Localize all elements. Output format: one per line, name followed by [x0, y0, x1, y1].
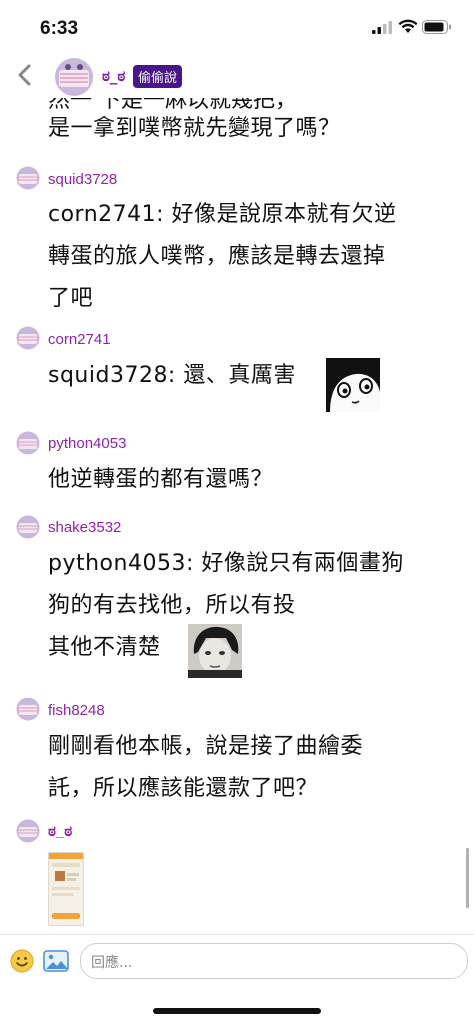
avatar[interactable] — [16, 819, 40, 843]
chevron-left-icon[interactable] — [14, 62, 36, 88]
message-line: 剛剛看他本帳，說是接了曲繪委 — [48, 734, 364, 759]
message-line: 狗的有去找他，所以有投 — [48, 593, 296, 618]
message-line: 了吧 — [48, 286, 94, 311]
screenshot-preview-image — [49, 853, 83, 919]
anonymous-badge: 偷偷說 — [133, 65, 183, 88]
sticker-face-emoji[interactable] — [326, 358, 380, 412]
reply-username[interactable]: python4053 — [48, 435, 126, 452]
avatar[interactable] — [54, 57, 94, 97]
avatar[interactable] — [16, 431, 40, 455]
cellular-signal-icon — [372, 21, 392, 34]
message-text: 剛剛看他本帳，說是接了曲繪委 託，所以應該能還款了吧？ — [48, 726, 363, 810]
message-line: 託，所以應該能還款了吧？ — [48, 776, 319, 801]
avatar[interactable] — [16, 166, 40, 190]
wifi-icon — [398, 19, 418, 33]
image-upload-icon[interactable] — [43, 949, 69, 973]
reply-username[interactable]: fish8248 — [48, 702, 105, 719]
avatar[interactable] — [16, 515, 40, 539]
status-bar: 6:33 — [0, 0, 474, 52]
message-text: squid3728: 還、真厲害 — [48, 355, 296, 397]
battery-icon — [422, 20, 451, 34]
avatar[interactable] — [16, 697, 40, 721]
smiley-icon[interactable] — [10, 949, 34, 973]
message-text: 是一拿到噗幣就先變現了嗎？ — [48, 108, 341, 150]
sticker-meme-face[interactable] — [188, 624, 242, 678]
reply-bar: 回應... — [0, 934, 474, 987]
reply-placeholder: 回應... — [91, 955, 133, 971]
message-line: corn2741: 好像是說原本就有欠逆 — [48, 202, 397, 227]
status-time: 6:33 — [40, 18, 79, 39]
message-line: 轉蛋的旅人噗幣，應該是轉去還掉 — [48, 244, 386, 269]
reply-input[interactable]: 回應... — [80, 943, 468, 979]
message-line: 是一拿到噗幣就先變現了嗎？ — [48, 116, 341, 141]
message-line: 他逆轉蛋的都有還嗎？ — [48, 467, 274, 492]
message-line: squid3728: 還、真厲害 — [48, 363, 296, 388]
reply-username[interactable]: ಠ_ಠ — [48, 823, 72, 840]
plurk-header: ಠ_ಠ 偷偷說 — [0, 52, 474, 98]
reply-username[interactable]: corn2741 — [48, 331, 111, 348]
image-thumbnail[interactable] — [48, 852, 84, 926]
scrollbar[interactable] — [466, 848, 469, 908]
message-text: 他逆轉蛋的都有還嗎？ — [48, 459, 273, 501]
message-text: corn2741: 好像是說原本就有欠逆 轉蛋的旅人噗幣，應該是轉去還掉 了吧 — [48, 194, 397, 320]
message-line: python4053: 好像說只有兩個畫狗 — [48, 551, 404, 576]
avatar[interactable] — [16, 326, 40, 350]
reply-username[interactable]: squid3728 — [48, 171, 117, 188]
home-indicator[interactable] — [153, 1008, 321, 1014]
poster-name[interactable]: ಠ_ಠ — [102, 67, 125, 85]
reply-username[interactable]: shake3532 — [48, 519, 121, 536]
